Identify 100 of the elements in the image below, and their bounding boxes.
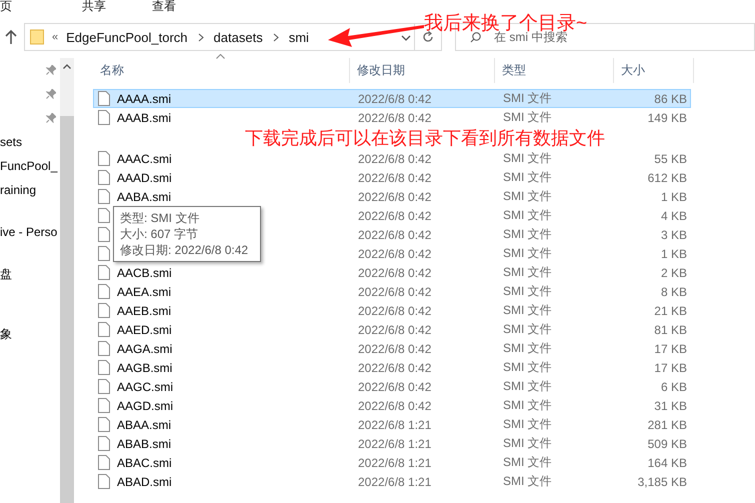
column-header[interactable]: 名称 (93, 58, 350, 83)
nav-item[interactable]: raining (0, 178, 60, 202)
file-name: AACB.smi (117, 266, 172, 280)
modified-date: 2022/6/8 1:21 (357, 418, 432, 432)
scrollbar[interactable] (60, 58, 74, 503)
file-icon (98, 341, 110, 356)
file-size: 509 KB (646, 436, 688, 450)
file-icon (98, 284, 110, 299)
modified-date: 2022/6/8 0:42 (357, 342, 432, 356)
file-type: SMI 文件 (502, 302, 553, 319)
modified-date: 2022/6/8 0:42 (357, 360, 432, 374)
file-type: SMI 文件 (502, 435, 553, 452)
breadcrumb[interactable]: EdgeFuncPool_torch (66, 30, 188, 44)
refresh-icon (422, 31, 434, 43)
file-name: AAED.smi (117, 322, 172, 336)
file-type: SMI 文件 (502, 454, 553, 471)
file-icon (98, 455, 110, 470)
modified-date: 2022/6/8 1:21 (357, 456, 432, 470)
file-size: 86 KB (653, 92, 688, 106)
tooltip-line: 修改日期: 2022/6/8 0:42 (120, 242, 250, 258)
file-size: 612 KB (646, 170, 688, 184)
file-size: 149 KB (646, 110, 688, 124)
file-type: SMI 文件 (502, 169, 553, 186)
nav-item[interactable]: ive - Perso (0, 220, 60, 244)
modified-date: 2022/6/8 0:42 (357, 322, 432, 336)
file-name: AAAA.smi (117, 92, 172, 106)
file-size: 17 KB (653, 360, 688, 374)
file-name: AAAC.smi (117, 152, 172, 166)
file-type: SMI 文件 (502, 109, 553, 126)
file-icon (98, 322, 110, 337)
file-name: AAEB.smi (117, 304, 172, 318)
modified-date: 2022/6/8 1:21 (357, 474, 432, 488)
file-size: 8 KB (660, 284, 688, 298)
file-size: 6 KB (660, 380, 688, 394)
file-size: 1 KB (660, 190, 688, 204)
file-type: SMI 文件 (502, 378, 553, 395)
ribbon-tab[interactable]: 共享 (82, 0, 152, 12)
selected-file-row[interactable]: AAAA.smi 2022/6/8 0:42 SMI 文件 86 KB (93, 89, 691, 108)
file-size: 3 KB (660, 228, 688, 242)
column-header[interactable]: 修改日期 (350, 58, 495, 83)
modified-date: 2022/6/8 0:42 (357, 228, 432, 242)
file-type: SMI 文件 (502, 283, 553, 300)
tooltip-line: 类型: SMI 文件 (120, 210, 200, 226)
file-type: SMI 文件 (502, 90, 553, 107)
nav-item[interactable]: 象 (0, 322, 60, 346)
file-icon (98, 227, 110, 242)
file-icon (98, 417, 110, 432)
file-size: 55 KB (653, 152, 688, 166)
file-type: SMI 文件 (502, 188, 553, 205)
file-type: SMI 文件 (502, 359, 553, 376)
column-header[interactable]: 大小 (614, 58, 694, 83)
file-icon (98, 151, 110, 166)
file-size: 17 KB (653, 342, 688, 356)
modified-date: 2022/6/8 0:42 (357, 304, 432, 318)
chevron-right-icon (272, 32, 279, 42)
file-name: AAEA.smi (117, 284, 172, 298)
breadcrumb[interactable]: datasets (214, 30, 263, 44)
sort-caret-icon (216, 54, 225, 59)
file-icon (98, 303, 110, 318)
file-type: SMI 文件 (502, 416, 553, 433)
file-icon (98, 110, 110, 125)
file-icon (98, 170, 110, 185)
modified-date: 2022/6/8 0:42 (357, 398, 432, 412)
nav-item[interactable]: FuncPool_ (0, 154, 60, 178)
file-icon (98, 91, 110, 106)
breadcrumb[interactable]: smi (288, 30, 309, 44)
modified-date: 2022/6/8 0:42 (357, 380, 432, 394)
file-name: AAGD.smi (117, 398, 174, 412)
ribbon-tab[interactable]: 查看 (152, 0, 176, 12)
up-arrow-icon[interactable] (4, 29, 18, 45)
file-type: SMI 文件 (502, 207, 553, 224)
file-type: SMI 文件 (502, 321, 553, 338)
file-name: AAGA.smi (117, 342, 172, 356)
file-name: AAAD.smi (117, 170, 172, 184)
search-icon (470, 32, 481, 42)
scroll-up-icon[interactable] (63, 64, 71, 69)
file-icon (98, 189, 110, 204)
modified-date: 2022/6/8 0:42 (357, 190, 432, 204)
modified-date: 2022/6/8 1:21 (357, 436, 432, 450)
file-type: SMI 文件 (502, 340, 553, 357)
ribbon-tab[interactable]: 页 (0, 0, 20, 12)
file-size: 1 KB (660, 246, 688, 260)
file-name: ABAA.smi (117, 418, 172, 432)
file-icon (98, 246, 110, 261)
column-header[interactable]: 类型 (495, 58, 614, 83)
modified-date: 2022/6/8 0:42 (357, 208, 432, 222)
file-type: SMI 文件 (502, 473, 553, 490)
overflow-chevron[interactable]: « (52, 31, 58, 43)
file-size: 281 KB (646, 418, 688, 432)
modified-date: 2022/6/8 0:42 (357, 170, 432, 184)
file-size: 31 KB (653, 398, 688, 412)
file-name: AAGB.smi (117, 360, 172, 374)
nav-item[interactable]: 盘 (0, 262, 60, 286)
file-size: 2 KB (660, 266, 688, 280)
file-name: ABAC.smi (117, 456, 172, 470)
modified-date: 2022/6/8 0:42 (357, 284, 432, 298)
nav-item[interactable]: sets (0, 130, 60, 154)
file-name: AAAB.smi (117, 110, 172, 124)
file-icon (98, 398, 110, 413)
file-type: SMI 文件 (502, 150, 553, 167)
